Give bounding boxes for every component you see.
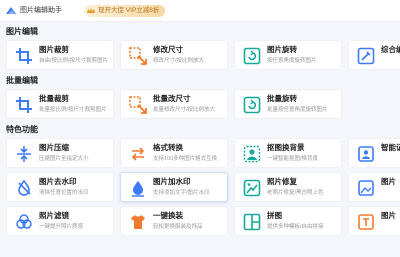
outfit-icon bbox=[131, 215, 145, 229]
tool-desc: 一键智能抠图/换背景 bbox=[267, 156, 319, 162]
tool-desc: 批量按任意角度旋转图片 bbox=[267, 107, 328, 113]
tool-name: 智能证件 bbox=[381, 143, 400, 152]
tool-name: 格式转换 bbox=[153, 143, 183, 152]
tool-name: 拼图 bbox=[267, 211, 282, 220]
batch-resize-icon bbox=[129, 96, 147, 114]
batch-crop-icon bbox=[16, 97, 32, 113]
tool-card-add-watermark[interactable]: 图片加水印 支持添加文字/图片水印 bbox=[120, 172, 228, 202]
tool-card-resize[interactable]: 修改尺寸 修改尺寸/按比例放大 bbox=[120, 40, 228, 70]
tool-card-rotate[interactable]: 图片旋转 按任意角度旋转图片 bbox=[234, 40, 342, 70]
format-convert-icon bbox=[131, 147, 145, 161]
tool-name: 图片 bbox=[381, 211, 396, 220]
tool-name: 照片滤镜 bbox=[39, 211, 69, 220]
tool-desc: 支持100多种图片格式互换 bbox=[153, 156, 218, 162]
id-photo-icon bbox=[358, 146, 374, 162]
add-watermark-icon bbox=[132, 181, 144, 197]
filter-icon bbox=[16, 214, 32, 229]
remove-watermark-icon bbox=[18, 179, 31, 196]
tool-name: 抠图换背景 bbox=[267, 143, 305, 152]
tool-name: 一键换装 bbox=[153, 211, 183, 220]
section-title-features: 特色功能 bbox=[6, 125, 38, 134]
batch-rotate-icon bbox=[243, 96, 261, 114]
edit-icon bbox=[357, 47, 375, 65]
title-bar: 图片编辑助手 现开大促 VIP立减8折 bbox=[0, 0, 400, 22]
tool-desc: 修改尺寸/按比例放大 bbox=[153, 58, 205, 64]
tool-desc: 清除任意位置的水印 bbox=[39, 190, 89, 196]
tool-card-comprehensive-edit[interactable]: 综合编辑 bbox=[348, 40, 400, 70]
tool-desc: 轻松更换服装及饰品 bbox=[153, 224, 203, 230]
tool-name: 图片旋转 bbox=[267, 45, 297, 54]
tool-card-remove-watermark[interactable]: 图片去水印 清除任意位置的水印 bbox=[6, 172, 114, 202]
section-title-batch-edit: 批量编辑 bbox=[6, 76, 38, 85]
tool-desc: 批量修改尺寸/按比例放大 bbox=[153, 107, 216, 113]
tool-desc: 一键提升照片质感 bbox=[39, 224, 84, 230]
tool-desc: 按任意角度旋转图片 bbox=[267, 58, 317, 64]
tool-name: 修改尺寸 bbox=[153, 45, 183, 54]
crown-icon bbox=[87, 8, 95, 13]
tool-card-photo-repair[interactable]: 照片修复 老照片修复/黑白照上色 bbox=[234, 172, 342, 202]
main-content: 图片编辑 图片裁剪 自由/按比例/按尺寸裁剪图片 修改尺寸 修改尺寸/按比例放大… bbox=[0, 22, 400, 257]
tool-name: 批量裁剪 bbox=[39, 94, 69, 103]
tool-name: 图片裁剪 bbox=[39, 45, 69, 54]
tool-desc: 老照片修复/黑白照上色 bbox=[267, 190, 324, 196]
tool-card-image-more[interactable]: 图片 bbox=[348, 172, 400, 202]
tool-name: 综合编辑 bbox=[381, 45, 400, 54]
tool-card-batch-crop[interactable]: 批量裁剪 批量按比例/按尺寸裁剪图片 bbox=[6, 89, 114, 119]
collage-icon bbox=[243, 213, 261, 231]
app-title: 图片编辑助手 bbox=[20, 7, 62, 14]
app-logo-icon bbox=[6, 7, 16, 14]
cutout-icon bbox=[243, 145, 261, 163]
rotate-icon bbox=[243, 47, 261, 65]
tool-name: 图片压缩 bbox=[39, 143, 69, 152]
tool-desc: 批量按比例/按尺寸裁剪图片 bbox=[39, 107, 107, 113]
tool-card-batch-rotate[interactable]: 批量旋转 批量按任意角度旋转图片 bbox=[234, 89, 342, 119]
tool-name: 图片 bbox=[381, 177, 396, 186]
section-title-image-edit: 图片编辑 bbox=[6, 27, 38, 36]
tool-name: 图片加水印 bbox=[153, 177, 191, 186]
tool-name: 图片去水印 bbox=[39, 177, 77, 186]
tool-name: 照片修复 bbox=[267, 177, 297, 186]
compress-icon bbox=[17, 146, 31, 162]
tool-card-filter[interactable]: 照片滤镜 一键提升照片质感 bbox=[6, 206, 114, 236]
tool-card-id-photo[interactable]: 智能证件 bbox=[348, 138, 400, 168]
tool-name: 批量旋转 bbox=[267, 94, 297, 103]
tool-card-cutout[interactable]: 抠图换背景 一键智能抠图/换背景 bbox=[234, 138, 342, 168]
tool-card-crop[interactable]: 图片裁剪 自由/按比例/按尺寸裁剪图片 bbox=[6, 40, 114, 70]
resize-icon bbox=[129, 47, 147, 65]
image-icon bbox=[358, 180, 374, 196]
tool-name: 批量改尺寸 bbox=[153, 94, 191, 103]
tool-card-compress[interactable]: 图片压缩 压缩图片至指定大小 bbox=[6, 138, 114, 168]
tool-card-format-convert[interactable]: 格式转换 支持100多种图片格式互换 bbox=[120, 138, 228, 168]
tool-card-outfit[interactable]: 一键换装 轻松更换服装及饰品 bbox=[120, 206, 228, 236]
tool-desc: 自由/按比例/按尺寸裁剪图片 bbox=[39, 58, 109, 64]
tool-desc: 提供多种模板/自由拼接 bbox=[267, 224, 324, 230]
photo-repair-icon bbox=[243, 179, 261, 197]
promo-banner[interactable]: 现开大促 VIP立减8折 bbox=[84, 5, 166, 17]
tool-desc: 支持添加文字/图片水印 bbox=[153, 190, 210, 196]
tool-card-collage[interactable]: 拼图 提供多种模板/自由拼接 bbox=[234, 206, 342, 236]
text-image-icon bbox=[358, 214, 374, 230]
tool-desc: 压缩图片至指定大小 bbox=[39, 156, 89, 162]
promo-text: 现开大促 VIP立减8折 bbox=[98, 7, 160, 14]
tool-card-text-image[interactable]: 图片 bbox=[348, 206, 400, 236]
crop-icon bbox=[16, 48, 32, 64]
tool-card-batch-resize[interactable]: 批量改尺寸 批量修改尺寸/按比例放大 bbox=[120, 89, 228, 119]
